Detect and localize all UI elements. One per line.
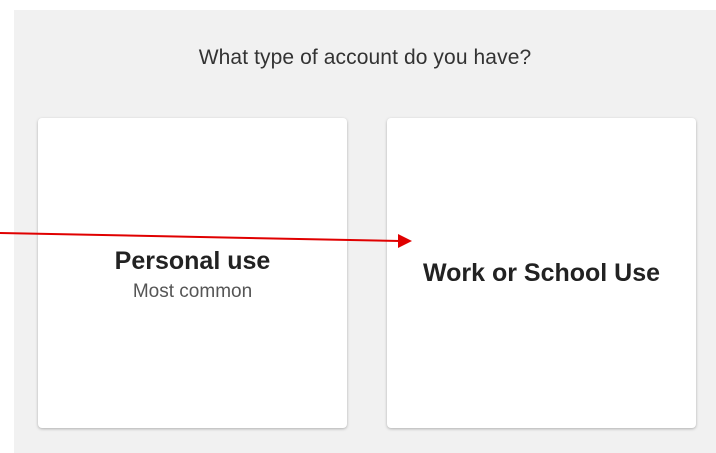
account-type-question: What type of account do you have? xyxy=(198,46,532,69)
account-type-panel: What type of account do you have? Person… xyxy=(14,10,716,453)
personal-use-subtitle: Most common xyxy=(132,281,253,302)
work-or-school-title: Work or School Use xyxy=(422,259,661,287)
personal-use-title: Personal use xyxy=(114,247,271,275)
work-or-school-card[interactable]: Work or School Use xyxy=(387,118,696,428)
personal-use-card[interactable]: Personal use Most common xyxy=(38,118,347,428)
